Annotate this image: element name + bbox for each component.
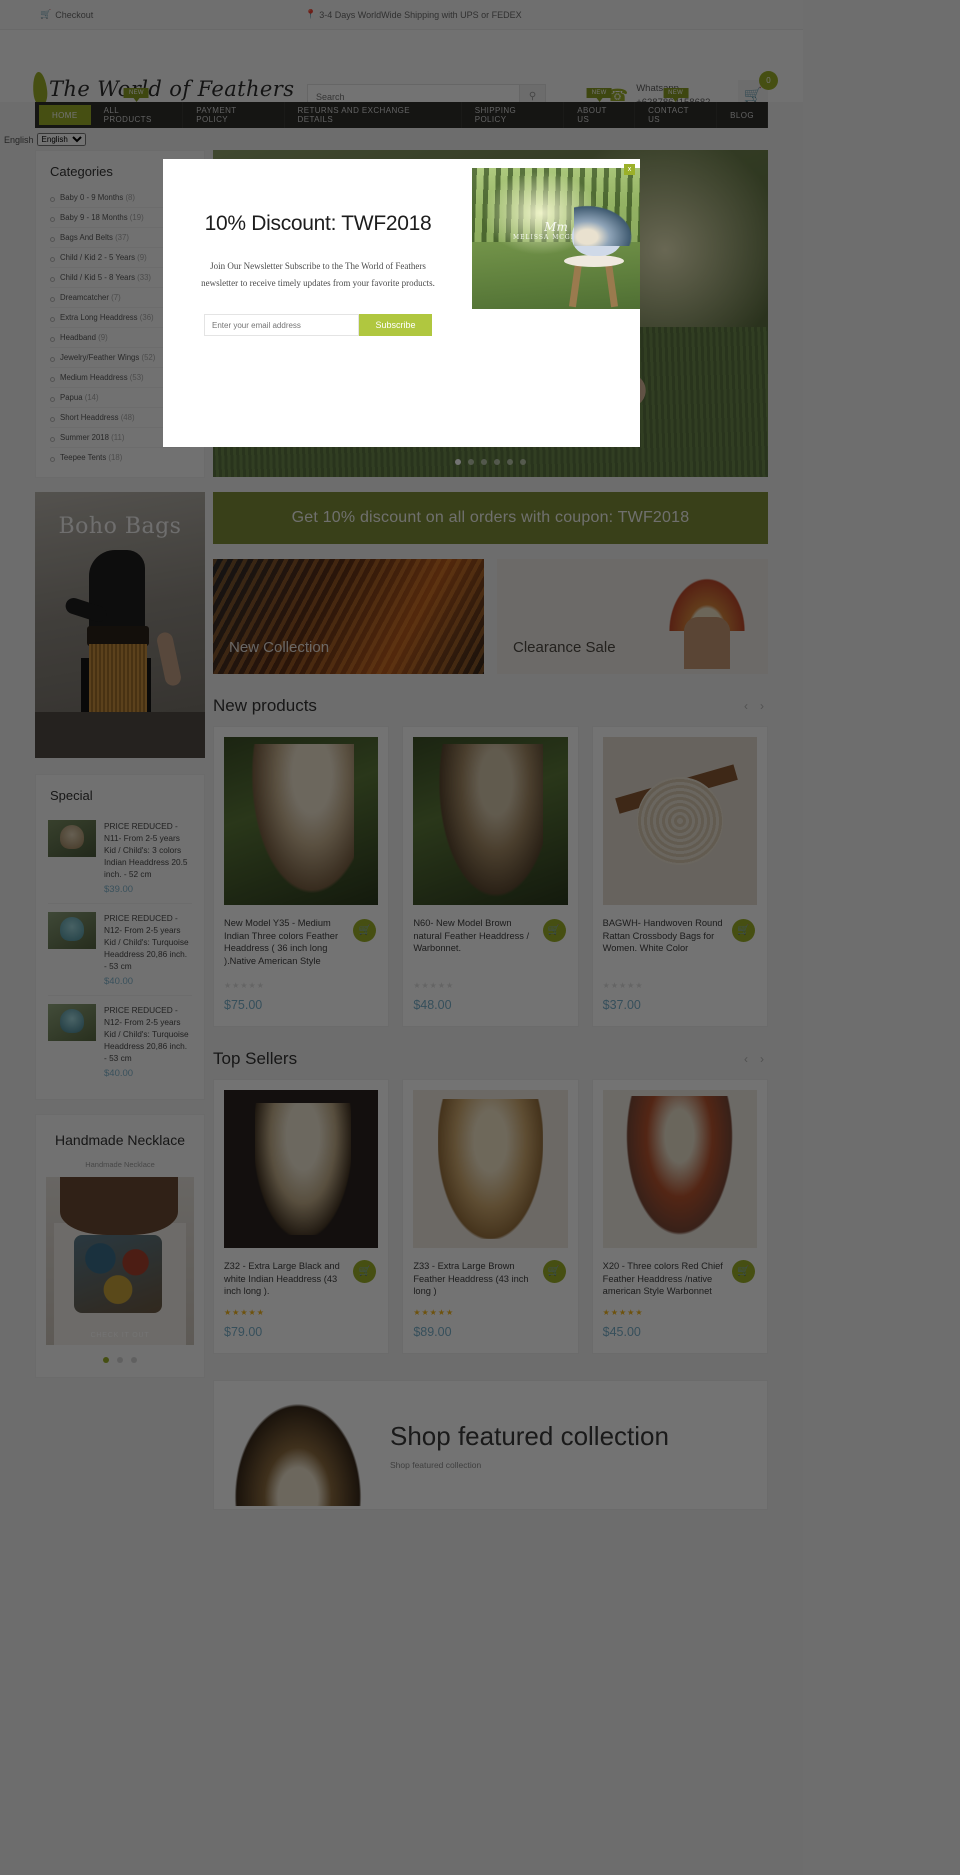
modal-heading: 10% Discount: TWF2018 (204, 212, 432, 235)
close-icon[interactable]: x (624, 164, 635, 175)
modal-body: 10% Discount: TWF2018 Join Our Newslette… (163, 159, 473, 336)
page-root: 🛒 Checkout 📍 3-4 Days WorldWide Shipping… (0, 0, 960, 1875)
email-input[interactable] (204, 314, 359, 336)
feather-headdress (574, 200, 640, 246)
wooden-stool (564, 255, 624, 309)
newsletter-form: Subscribe (185, 314, 451, 336)
modal-description: Join Our Newsletter Subscribe to the The… (201, 261, 435, 288)
subscribe-button[interactable]: Subscribe (359, 314, 432, 336)
newsletter-modal: Mm MELISSA MCGRANDE x 10% Discount: TWF2… (163, 159, 640, 447)
modal-image: Mm MELISSA MCGRANDE (472, 168, 640, 309)
